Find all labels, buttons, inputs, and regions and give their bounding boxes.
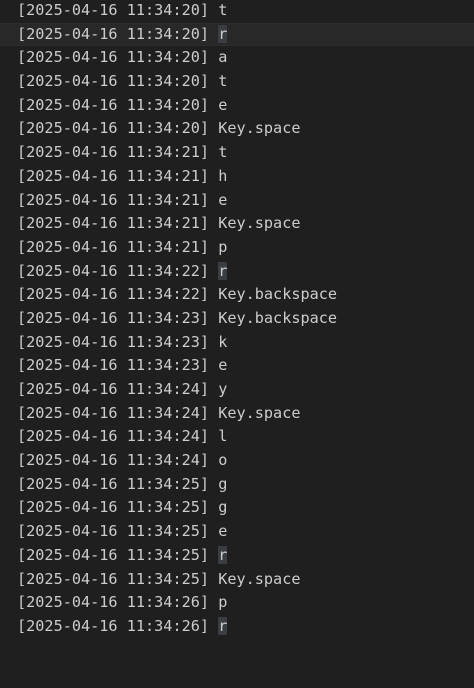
log-line[interactable]: [2025-04-16 11:34:21] Key.space bbox=[17, 212, 474, 236]
log-key: p bbox=[218, 237, 228, 256]
log-key: Key.backspace bbox=[218, 285, 338, 304]
log-timestamp: [2025-04-16 11:34:25] bbox=[17, 522, 210, 541]
log-line[interactable]: [2025-04-16 11:34:23] e bbox=[17, 354, 474, 378]
log-timestamp: [2025-04-16 11:34:22] bbox=[17, 285, 210, 304]
log-line[interactable]: [2025-04-16 11:34:20] r bbox=[0, 22, 474, 47]
log-line[interactable]: [2025-04-16 11:34:20] t bbox=[17, 0, 474, 23]
log-key: h bbox=[218, 166, 228, 185]
log-timestamp: [2025-04-16 11:34:20] bbox=[17, 72, 210, 91]
log-key: y bbox=[218, 380, 228, 398]
log-line[interactable]: [2025-04-16 11:34:25] Key.space bbox=[17, 568, 474, 592]
log-key: g bbox=[218, 498, 228, 517]
log-timestamp: [2025-04-16 11:34:23] bbox=[17, 332, 210, 351]
log-key: r bbox=[218, 24, 228, 43]
log-lines: [2025-04-16 11:34:20] t [2025-04-16 11:34… bbox=[0, 0, 474, 639]
log-key: e bbox=[218, 522, 228, 541]
log-key: a bbox=[218, 48, 228, 67]
log-line[interactable]: [2025-04-16 11:34:20] e bbox=[17, 94, 474, 118]
log-line[interactable]: [2025-04-16 11:34:20] a bbox=[17, 46, 474, 70]
log-timestamp: [2025-04-16 11:34:20] bbox=[17, 1, 210, 19]
log-key: Key.space bbox=[218, 569, 301, 588]
log-timestamp: [2025-04-16 11:34:20] bbox=[17, 24, 210, 43]
log-key: Key.space bbox=[218, 403, 301, 422]
log-line[interactable]: [2025-04-16 11:34:21] t bbox=[17, 141, 474, 165]
log-timestamp: [2025-04-16 11:34:21] bbox=[17, 190, 210, 209]
log-timestamp: [2025-04-16 11:34:24] bbox=[17, 403, 210, 422]
log-key: t bbox=[218, 1, 228, 19]
log-timestamp: [2025-04-16 11:34:21] bbox=[17, 214, 210, 233]
log-key: t bbox=[218, 72, 228, 91]
log-line[interactable]: [2025-04-16 11:34:21] e bbox=[17, 189, 474, 213]
log-timestamp: [2025-04-16 11:34:22] bbox=[17, 261, 210, 280]
log-key: e bbox=[218, 190, 228, 209]
log-line[interactable]: [2025-04-16 11:34:21] p bbox=[17, 236, 474, 260]
log-key: Key.space bbox=[218, 119, 301, 138]
log-timestamp: [2025-04-16 11:34:20] bbox=[17, 95, 210, 114]
log-key: r bbox=[218, 261, 228, 280]
log-line[interactable]: [2025-04-16 11:34:25] e bbox=[17, 520, 474, 544]
log-timestamp: [2025-04-16 11:34:25] bbox=[17, 545, 210, 564]
log-timestamp: [2025-04-16 11:34:26] bbox=[17, 616, 210, 635]
log-line[interactable]: [2025-04-16 11:34:25] r bbox=[17, 544, 474, 568]
log-line[interactable]: [2025-04-16 11:34:25] g bbox=[17, 473, 474, 497]
log-key: r bbox=[218, 616, 228, 635]
log-key: g bbox=[218, 474, 228, 493]
log-key: l bbox=[218, 427, 228, 446]
log-line[interactable]: [2025-04-16 11:34:20] t bbox=[17, 70, 474, 94]
log-timestamp: [2025-04-16 11:34:20] bbox=[17, 119, 210, 138]
log-timestamp: [2025-04-16 11:34:24] bbox=[17, 427, 210, 446]
log-line[interactable]: [2025-04-16 11:34:20] Key.space bbox=[17, 117, 474, 141]
log-line[interactable]: [2025-04-16 11:34:24] o bbox=[17, 449, 474, 473]
log-timestamp: [2025-04-16 11:34:21] bbox=[17, 143, 210, 162]
log-key: Key.space bbox=[218, 214, 301, 233]
log-key: e bbox=[218, 95, 228, 114]
log-key: o bbox=[218, 451, 228, 470]
log-timestamp: [2025-04-16 11:34:21] bbox=[17, 237, 210, 256]
log-line[interactable]: [2025-04-16 11:34:22] Key.backspace bbox=[17, 283, 474, 307]
log-line[interactable]: [2025-04-16 11:34:22] r bbox=[17, 260, 474, 284]
log-line[interactable]: [2025-04-16 11:34:26] r bbox=[17, 615, 474, 639]
log-timestamp: [2025-04-16 11:34:25] bbox=[17, 569, 210, 588]
log-timestamp: [2025-04-16 11:34:25] bbox=[17, 498, 210, 517]
log-line[interactable]: [2025-04-16 11:34:24] l bbox=[17, 425, 474, 449]
log-timestamp: [2025-04-16 11:34:23] bbox=[17, 308, 210, 327]
log-line[interactable]: [2025-04-16 11:34:24] Key.space bbox=[17, 402, 474, 426]
log-timestamp: [2025-04-16 11:34:24] bbox=[17, 451, 210, 470]
log-line[interactable]: [2025-04-16 11:34:26] p bbox=[17, 591, 474, 615]
log-timestamp: [2025-04-16 11:34:21] bbox=[17, 166, 210, 185]
log-line[interactable]: [2025-04-16 11:34:25] g bbox=[17, 496, 474, 520]
log-line[interactable]: [2025-04-16 11:34:23] k bbox=[17, 331, 474, 355]
log-key: e bbox=[218, 356, 228, 375]
log-key: k bbox=[218, 332, 228, 351]
log-line[interactable]: [2025-04-16 11:34:23] Key.backspace bbox=[17, 307, 474, 331]
log-timestamp: [2025-04-16 11:34:23] bbox=[17, 356, 210, 375]
log-key: Key.backspace bbox=[218, 308, 338, 327]
log-line[interactable]: [2025-04-16 11:34:24] y bbox=[17, 378, 474, 402]
log-key: p bbox=[218, 593, 228, 612]
log-key: t bbox=[218, 143, 228, 162]
editor-pane[interactable]: [2025-04-16 11:34:20] t [2025-04-16 11:34… bbox=[0, 0, 474, 688]
log-line[interactable]: [2025-04-16 11:34:21] h bbox=[17, 165, 474, 189]
log-key: r bbox=[218, 545, 228, 564]
log-timestamp: [2025-04-16 11:34:20] bbox=[17, 48, 210, 67]
log-timestamp: [2025-04-16 11:34:26] bbox=[17, 593, 210, 612]
log-timestamp: [2025-04-16 11:34:24] bbox=[17, 380, 210, 398]
log-timestamp: [2025-04-16 11:34:25] bbox=[17, 474, 210, 493]
